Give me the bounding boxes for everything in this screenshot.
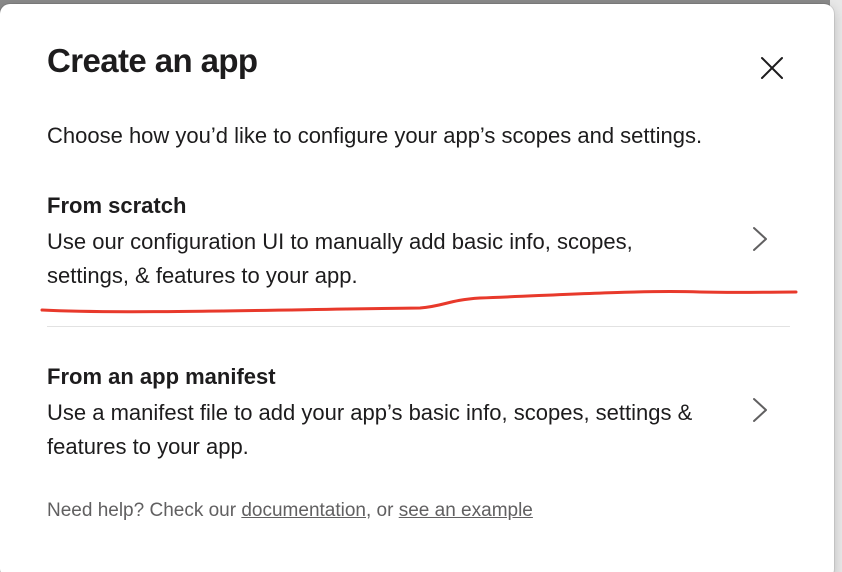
option-title: From scratch bbox=[47, 193, 187, 218]
from-scratch-option[interactable]: From scratch Use our configuration UI to… bbox=[47, 191, 792, 301]
option-divider bbox=[47, 326, 790, 327]
help-separator: , or bbox=[366, 500, 399, 521]
see-example-link[interactable]: see an example bbox=[399, 500, 533, 521]
from-manifest-option[interactable]: From an app manifest Use a manifest file… bbox=[47, 362, 792, 472]
option-title: From an app manifest bbox=[47, 364, 276, 389]
documentation-link[interactable]: documentation bbox=[241, 500, 366, 521]
help-text: Need help? Check our documentation, or s… bbox=[47, 500, 533, 522]
close-button[interactable] bbox=[752, 48, 792, 88]
help-prefix: Need help? Check our bbox=[47, 500, 242, 521]
close-icon bbox=[761, 57, 783, 79]
modal-intro-text: Choose how you’d like to configure your … bbox=[47, 123, 703, 148]
modal-title: Create an app bbox=[47, 42, 258, 79]
option-description: Use a manifest file to add your app’s ba… bbox=[47, 400, 693, 459]
create-app-modal: Create an app Choose how you’d like to c… bbox=[0, 4, 834, 572]
chevron-right-icon bbox=[753, 227, 767, 251]
option-description: Use our configuration UI to manually add… bbox=[47, 229, 633, 288]
chevron-right-icon bbox=[753, 398, 767, 422]
